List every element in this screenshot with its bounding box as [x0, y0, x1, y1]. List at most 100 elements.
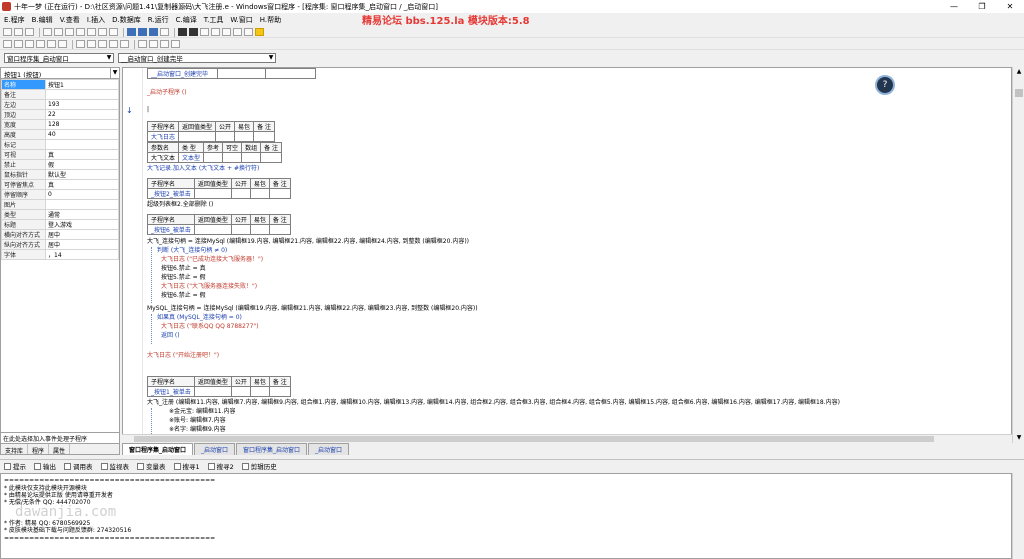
tab-search2[interactable]: 搜寻2 [207, 461, 234, 471]
property-value[interactable]: 0 [45, 189, 119, 200]
scroll-down-icon[interactable]: ▼ [1013, 433, 1024, 443]
step-into-icon[interactable] [200, 28, 209, 36]
menu-insert[interactable]: I.插入 [87, 15, 105, 25]
close-button[interactable]: ✕ [996, 0, 1024, 13]
menu-program[interactable]: E.程序 [4, 15, 25, 25]
editor-vertical-scrollbar[interactable]: ▲ ▼ [1012, 67, 1024, 443]
run-icon[interactable] [178, 28, 187, 36]
property-value[interactable]: 居中 [45, 229, 119, 240]
property-row[interactable]: 停留顺序 0 [1, 189, 119, 200]
chevron-down-icon[interactable]: ▼ [110, 68, 119, 78]
tab-main-window-2[interactable]: _启动窗口 [308, 443, 350, 455]
code-editor[interactable]: ↓ __启动窗口_创建完毕 _启动子程序 () | 子程序名 返回值类型 公开 易包… [122, 67, 1012, 443]
property-row[interactable]: 顶边 22 [1, 109, 119, 120]
tab-output[interactable]: 输出 [34, 461, 56, 471]
property-row[interactable]: 宽度 128 [1, 119, 119, 130]
assembly-select[interactable]: 窗口程序集_启动窗口 ▼ [4, 53, 114, 63]
replace-icon[interactable] [109, 28, 118, 36]
property-value[interactable]: 居中 [45, 239, 119, 250]
chevron-down-icon[interactable]: ▼ [105, 54, 113, 62]
property-value[interactable]: 按钮1 [45, 79, 119, 90]
property-row[interactable]: 左边 193 [1, 99, 119, 110]
align-center-icon[interactable] [14, 40, 23, 48]
scroll-thumb[interactable] [1015, 89, 1023, 97]
property-row[interactable]: 字体 ，14 [1, 249, 119, 260]
property-row[interactable]: 纵向对齐方式 居中 [1, 239, 119, 250]
tab-main-window[interactable]: _启动窗口 [194, 443, 236, 455]
paste-icon[interactable] [65, 28, 74, 36]
find-icon[interactable] [98, 28, 107, 36]
list-icon[interactable] [160, 28, 169, 36]
property-value[interactable]: 真 [45, 149, 119, 160]
property-row[interactable]: 标记 [1, 139, 119, 150]
hand-icon[interactable] [244, 28, 253, 36]
same-width-icon[interactable] [76, 40, 85, 48]
output-vertical-scrollbar[interactable] [1012, 473, 1024, 559]
tab-search1[interactable]: 搜寻1 [173, 461, 200, 471]
chevron-down-icon[interactable]: ▼ [267, 54, 275, 62]
property-row[interactable]: 可停留焦点真 [1, 179, 119, 190]
maximize-button[interactable]: ❐ [968, 0, 996, 13]
align-bottom-icon[interactable] [58, 40, 67, 48]
property-row[interactable]: 名称 按钮1 [1, 79, 119, 90]
cut-icon[interactable] [43, 28, 52, 36]
property-value[interactable]: 假 [45, 159, 119, 170]
open-file-icon[interactable] [14, 28, 23, 36]
property-value[interactable]: 默认型 [45, 169, 119, 180]
property-value[interactable]: 通常 [45, 209, 119, 220]
new-file-icon[interactable] [3, 28, 12, 36]
property-value[interactable] [45, 199, 119, 210]
scroll-thumb[interactable] [134, 436, 934, 442]
menu-view[interactable]: V.查看 [60, 15, 80, 25]
lock-icon[interactable] [160, 40, 169, 48]
tab-assembly-main[interactable]: 窗口程序集_启动窗口 [122, 443, 194, 455]
property-value[interactable]: ，14 [45, 249, 119, 260]
undo-icon[interactable] [76, 28, 85, 36]
same-size-icon[interactable] [98, 40, 107, 48]
scroll-up-icon[interactable]: ▲ [1013, 67, 1024, 77]
step-out-icon[interactable] [222, 28, 231, 36]
menu-compile[interactable]: C.编译 [176, 15, 197, 25]
save-icon[interactable] [25, 28, 34, 36]
minimize-button[interactable]: — [940, 0, 968, 13]
tab-variables[interactable]: 变量表 [137, 461, 166, 471]
property-row[interactable]: 可视真 [1, 149, 119, 160]
property-row[interactable]: 备注 [1, 89, 119, 100]
align-middle-icon[interactable] [47, 40, 56, 48]
menu-help[interactable]: H.帮助 [260, 15, 281, 25]
tab-properties[interactable]: 属性 [49, 444, 71, 455]
help-float-icon[interactable]: ? [875, 75, 895, 95]
tab-support-library[interactable]: 支持库 [1, 444, 29, 455]
output-pane[interactable]: ========================================… [0, 473, 1012, 559]
menu-tools[interactable]: T.工具 [204, 15, 224, 25]
property-value[interactable]: 193 [45, 99, 119, 110]
align-left-icon[interactable] [3, 40, 12, 48]
event-select[interactable]: 在此处选择加入事件处理子程序 [1, 432, 119, 443]
send-back-icon[interactable] [149, 40, 158, 48]
property-value[interactable]: 登入游戏 [45, 219, 119, 230]
property-value[interactable]: 真 [45, 179, 119, 190]
space-v-icon[interactable] [120, 40, 129, 48]
property-value[interactable] [45, 139, 119, 150]
window-layout-icon[interactable] [127, 28, 136, 36]
tool-icon[interactable] [255, 28, 264, 36]
align-top-icon[interactable] [36, 40, 45, 48]
menu-run[interactable]: R.运行 [148, 15, 169, 25]
grid-icon[interactable] [171, 40, 180, 48]
copy-icon[interactable] [54, 28, 63, 36]
property-value[interactable]: 40 [45, 129, 119, 140]
bring-front-icon[interactable] [138, 40, 147, 48]
menu-window[interactable]: W.窗口 [230, 15, 252, 25]
tab-program[interactable]: 程序 [28, 444, 50, 455]
tab-clipboard-history[interactable]: 剪辑历史 [241, 461, 277, 471]
property-row[interactable]: 高度 40 [1, 129, 119, 140]
tab-watch[interactable]: 监视表 [100, 461, 129, 471]
tab-call-stack[interactable]: 调用表 [64, 461, 93, 471]
subroutine-select[interactable]: __启动窗口_创建完毕 ▼ [118, 53, 276, 63]
property-row[interactable]: 图片 [1, 199, 119, 210]
tab-hint[interactable]: 提示 [4, 461, 26, 471]
property-value[interactable]: 22 [45, 109, 119, 120]
breakpoint-icon[interactable] [233, 28, 242, 36]
same-height-icon[interactable] [87, 40, 96, 48]
component-select[interactable]: 按钮1 (按钮) ▼ [1, 68, 119, 79]
